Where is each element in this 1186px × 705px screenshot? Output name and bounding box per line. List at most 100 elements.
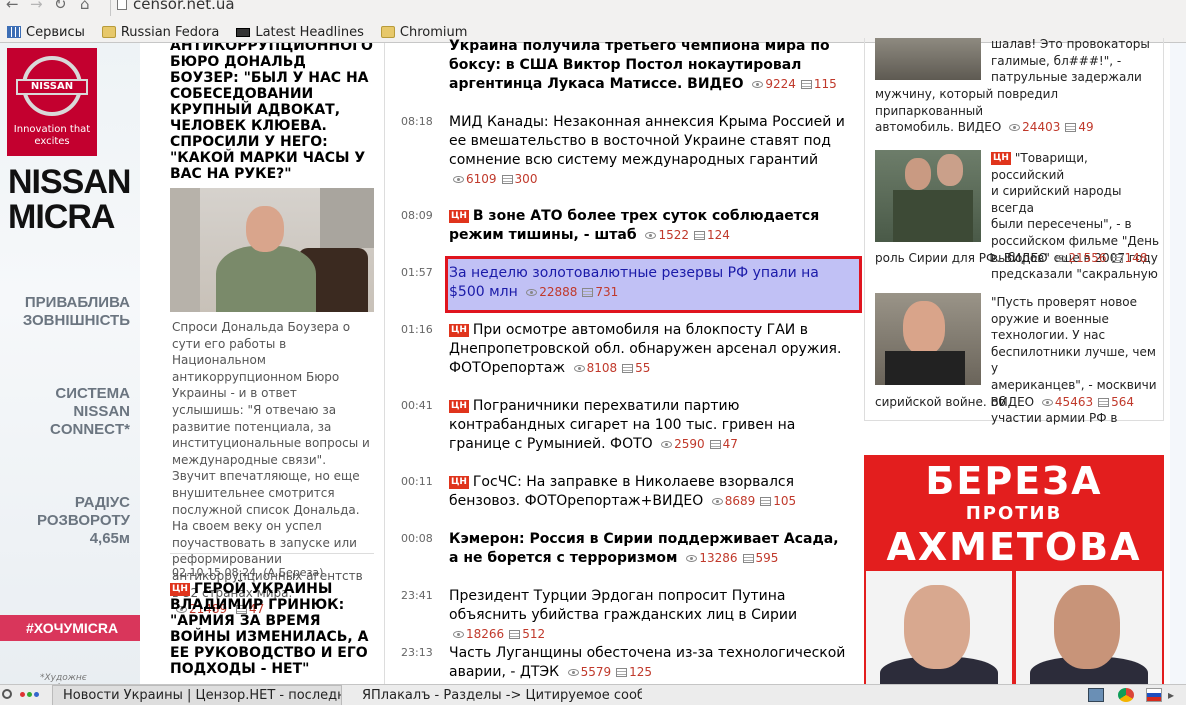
task-title: ЯПлакалъ - Разделы -> Цитируемое сооб	[362, 688, 642, 703]
comments-icon	[622, 364, 634, 373]
feed-headline[interactable]: За неделю золотовалютные резервы РФ упал…	[449, 264, 849, 302]
video-item-text[interactable]: роль Сирии для РФ. ВИДЕО 21556 148	[875, 250, 1165, 267]
network-icon[interactable]	[1088, 688, 1104, 702]
bookmark-russian-fedora[interactable]: Russian Fedora	[101, 24, 220, 40]
reload-icon[interactable]: ↻	[54, 0, 67, 12]
task-firefox[interactable]: ЯПлакалъ - Разделы -> Цитируемое сооб	[352, 685, 642, 705]
views-eye-icon	[645, 232, 657, 239]
views-eye-icon	[453, 631, 464, 638]
tsn-badge: ЦН	[449, 210, 469, 223]
video-thumbnail[interactable]	[875, 38, 981, 80]
feed-headline[interactable]: ЦН В зоне АТО более трех суток соблюдаетс…	[449, 207, 849, 245]
comments-count[interactable]: 148	[1125, 251, 1148, 265]
news-feed: Украина получила третьего чемпиона мира …	[385, 38, 862, 684]
featured-photo[interactable]	[170, 188, 374, 312]
headline-text: МИД Канады: Незаконная аннексия Крыма Ро…	[449, 114, 845, 168]
ad-feature-connect: СИСТЕМА NISSAN CONNECT*	[50, 385, 130, 439]
second-headline[interactable]: ЦН ГЕРОЙ УКРАИНЫ ВЛАДИМИР ГРИНЮК: "АРМИЯ …	[170, 581, 375, 677]
feed-stats: 8689 105	[708, 494, 796, 508]
article-date: 02.10.15 08:24	[172, 566, 257, 579]
comments-count[interactable]: 731	[595, 285, 618, 299]
ad-hashtag[interactable]: #ХОЧУMICRA	[0, 615, 140, 641]
comments-count[interactable]: 55	[635, 361, 650, 375]
nissan-ad[interactable]: NISSAN Innovation that excites NISSAN MI…	[0, 43, 140, 684]
comments-icon	[709, 440, 721, 449]
tsn-badge: ЦН	[991, 152, 1011, 165]
chromium-tray-icon[interactable]	[1118, 688, 1134, 702]
comments-count[interactable]: 124	[707, 228, 730, 242]
video-thumbnail[interactable]	[875, 293, 981, 385]
video-stats: 21556 148	[1051, 251, 1147, 265]
photo-head	[1054, 585, 1120, 669]
bookmark-latest-headlines[interactable]: Latest Headlines	[236, 25, 364, 40]
text-line: "Пусть проверят новое	[991, 295, 1138, 309]
feature-line: РАДІУС	[74, 494, 130, 511]
views-count: 2590	[674, 437, 705, 451]
feed-stats: 13286 595	[682, 551, 778, 565]
comments-count[interactable]: 512	[522, 627, 545, 641]
bookmark-label: Latest Headlines	[255, 24, 364, 40]
folder-icon	[101, 26, 116, 38]
thumb-face	[905, 158, 931, 190]
bookmark-label: Russian Fedora	[120, 24, 220, 40]
feature-line: 4,65м	[89, 530, 130, 547]
comments-count[interactable]: 125	[629, 665, 652, 679]
feed-headline[interactable]: МИД Канады: Незаконная аннексия Крыма Ро…	[449, 113, 849, 189]
feed-headline[interactable]: Украина получила третьего чемпиона мира …	[449, 37, 849, 94]
comments-count[interactable]: 300	[515, 172, 538, 186]
headline-text: ГЕРОЙ УКРАИНЫ ВЛАДИМИР ГРИНЮК: "АРМИЯ ЗА…	[170, 581, 369, 677]
tray-more-icon[interactable]: ▸	[1168, 688, 1184, 702]
home-icon[interactable]: ⌂	[80, 0, 90, 12]
power-icon[interactable]	[2, 689, 12, 699]
feed-headline[interactable]: ЦН При осмотре автомобиля на блокпосту ГА…	[449, 321, 849, 378]
back-arrow-icon[interactable]: ←	[6, 0, 19, 12]
video-thumbnail[interactable]	[875, 150, 981, 242]
views-count: 8689	[724, 494, 756, 508]
comments-count[interactable]: 564	[1111, 395, 1134, 409]
address-bar[interactable]: censor.net.ua	[110, 0, 1186, 16]
video-stats: 45463 564	[1038, 395, 1134, 409]
feed-headline[interactable]: ЦН ГосЧС: На заправке в Николаеве взорвал…	[449, 473, 849, 511]
feed-headline[interactable]: Президент Турции Эрдоган попросит Путина…	[449, 587, 849, 644]
comments-count[interactable]: 115	[814, 77, 837, 91]
views-count: 18266	[466, 627, 505, 641]
video-item-text[interactable]: шалав! Это провокаторы галимые, бл###!",…	[991, 36, 1161, 86]
task-chromium[interactable]: Новости Украины | Цензор.НЕТ - последн	[52, 685, 342, 705]
comments-count[interactable]: 49	[1078, 120, 1093, 134]
video-item-text[interactable]: сирийской войне. ВИДЕО 45463 564	[875, 394, 1165, 411]
feed-time: 23:13	[401, 646, 433, 659]
bereza-vs-akhmetov-banner[interactable]: БЕРЕЗА ПРОТИВ АХМЕТОВА	[864, 455, 1164, 684]
feed-headline[interactable]: Часть Луганщины обесточена из-за техноло…	[449, 644, 849, 682]
feed-time: 01:16	[401, 323, 433, 336]
comments-icon	[616, 668, 628, 677]
tsn-badge: ЦН	[170, 583, 190, 596]
views-eye-icon	[1009, 124, 1021, 132]
feature-line: NISSAN	[73, 403, 130, 420]
video-item-text[interactable]: мужчину, который повредил припаркованный…	[875, 86, 1165, 136]
keyboard-layout-flag-icon[interactable]	[1146, 688, 1162, 702]
views-eye-icon	[1055, 255, 1067, 262]
feed-headline[interactable]: Кэмерон: Россия в Сирии поддерживает Аса…	[449, 530, 849, 568]
comments-icon	[760, 497, 772, 506]
comments-count[interactable]: 47	[723, 437, 738, 451]
feed-time: 00:11	[401, 475, 433, 488]
feed-stats: 22888 731	[522, 285, 618, 299]
views-eye-icon	[752, 81, 764, 88]
views-count: 24403	[1022, 120, 1061, 135]
featured-headline[interactable]: АНТИКОРРУПЦИОННОГО БЮРО ДОНАЛЬД БОУЗЕР: …	[170, 43, 375, 182]
text-line: предсказали "сакральную	[991, 267, 1158, 282]
folder-icon	[380, 26, 395, 38]
bookmark-services[interactable]: Сервисы	[7, 25, 85, 40]
person-body	[216, 246, 316, 312]
page-icon	[117, 0, 127, 10]
feature-line: РОЗВОРОТУ	[37, 512, 130, 529]
views-eye-icon	[711, 498, 723, 505]
views-count: 5579	[580, 665, 612, 679]
headline-text: Кэмерон: Россия в Сирии поддерживает Аса…	[449, 531, 839, 566]
screen: ← → ↻ ⌂ censor.net.ua Сервисы Russian Fe…	[0, 0, 1186, 705]
comments-count[interactable]: 105	[773, 494, 796, 508]
ad-feature-turning: РАДІУС РОЗВОРОТУ 4,65м	[37, 494, 130, 548]
forward-arrow-icon[interactable]: →	[30, 0, 43, 12]
feed-headline[interactable]: ЦН Пограничники перехватили партию контра…	[449, 397, 849, 454]
comments-count[interactable]: 595	[756, 551, 779, 565]
